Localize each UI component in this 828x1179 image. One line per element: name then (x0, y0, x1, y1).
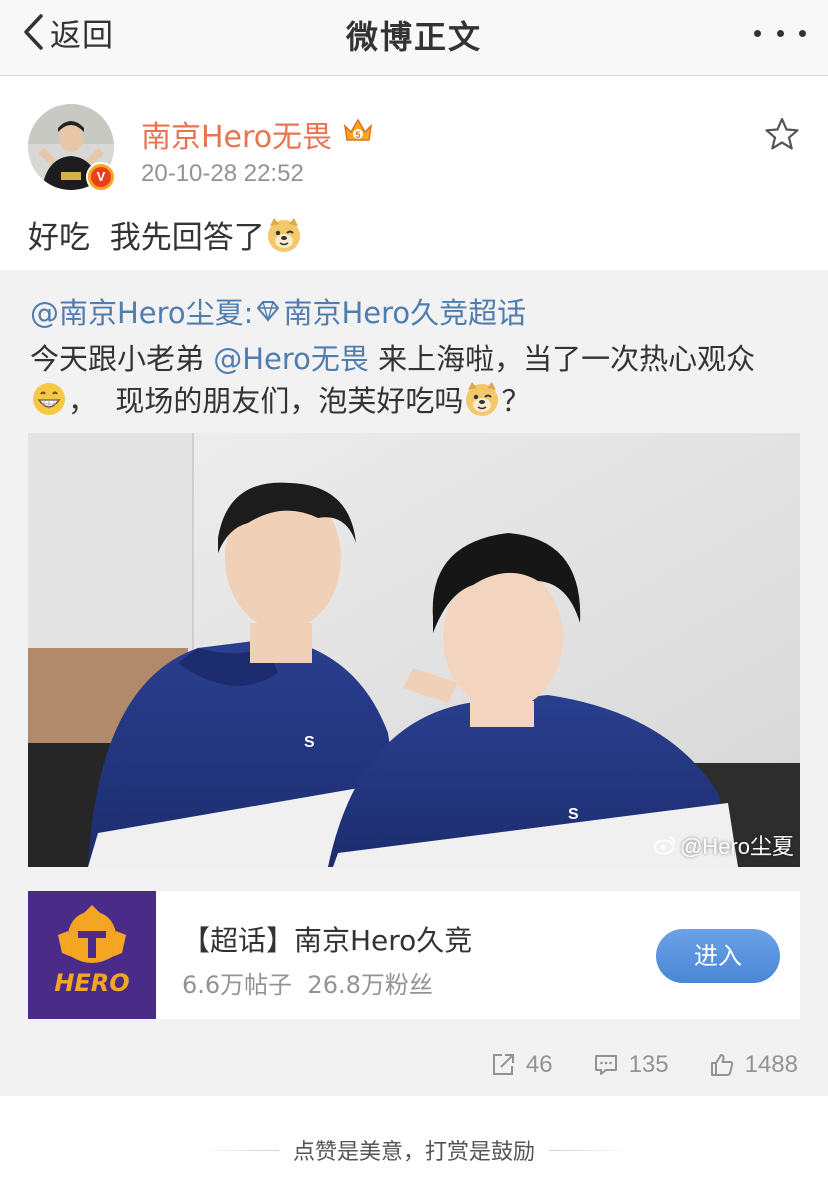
verified-v-icon: V (86, 162, 116, 192)
repost-icon (492, 1054, 514, 1075)
weibo-logo-icon (654, 836, 675, 855)
more-dots-icon (754, 29, 761, 37)
comment-count: 135 (628, 1051, 669, 1078)
action-bar: 46 135 1488 (490, 1047, 798, 1083)
divider-line (549, 1149, 629, 1151)
post-timestamp: 20-10-28 22:52 (141, 160, 304, 187)
post-text: 好吃 我先回答了 (28, 212, 303, 257)
post-header: V 南京Hero无畏 5 20-10-28 22:52 好吃 我先回答了 (0, 76, 828, 270)
svg-text:S: S (304, 734, 315, 751)
divider-line (198, 1149, 279, 1151)
post-text-content: 好吃 我先回答了 (28, 220, 265, 256)
topic-logo-text: HERO (54, 969, 129, 997)
topic-title: 【超话】南京Hero久竞 (182, 924, 473, 957)
star-icon[interactable] (764, 116, 800, 152)
comment-button[interactable]: 135 (593, 1051, 669, 1079)
repost-author-mention[interactable]: @南京Hero尘夏: (30, 290, 253, 332)
repost-text-line3: ， 现场的朋友们，泡芙好吃吗 ？ (30, 378, 530, 420)
like-count: 1488 (744, 1051, 798, 1078)
hero-team-logo-icon: HERO (28, 891, 156, 1019)
enter-topic-button[interactable]: 进入 (656, 929, 780, 983)
photo-watermark: @Hero尘夏 (654, 829, 794, 861)
svg-text:5: 5 (355, 130, 360, 140)
grin-emoji-icon (33, 383, 65, 415)
repost-count: 46 (525, 1051, 553, 1078)
repost-button[interactable]: 46 (490, 1051, 553, 1079)
reward-tip: 点赞是美意，打赏是鼓励 (0, 1132, 828, 1168)
thumbs-up-icon (710, 1054, 733, 1076)
username[interactable]: 南京Hero无畏 (141, 112, 332, 156)
repost-text-part: 来上海啦，当了一次热心观众 (368, 342, 756, 376)
more-dot (799, 29, 806, 37)
comment-icon (594, 1055, 617, 1075)
repost-photo[interactable]: S S @Hero尘夏 (28, 433, 800, 867)
repost-text-part: ， 现场的朋友们，泡芙好吃吗 (68, 384, 464, 418)
repost-author-line: @南京Hero尘夏: 南京Hero久竞超话 (30, 290, 526, 332)
photo-watermark-text: @Hero尘夏 (679, 834, 794, 859)
topic-stats: 6.6万帖子 26.8万粉丝 (182, 971, 433, 999)
topic-logo: HERO (28, 891, 156, 1019)
doge-emoji-icon (466, 382, 499, 416)
repost-text-line2: 今天跟小老弟 @Hero无畏 来上海啦，当了一次热心观众 (30, 336, 755, 378)
doge-emoji-icon (267, 217, 300, 252)
navigation-bar: 返回 微博正文 (0, 0, 828, 76)
like-button[interactable]: 1488 (709, 1051, 798, 1079)
repost-block[interactable]: @南京Hero尘夏: 南京Hero久竞超话 今天跟小老弟 @Hero无畏 来上海… (0, 270, 828, 1096)
repost-user-mention[interactable]: @Hero无畏 (213, 342, 369, 376)
page-title: 微博正文 (345, 18, 482, 56)
more-dot (776, 29, 784, 37)
svg-text:S: S (568, 806, 579, 823)
repost-text-part: ？ (501, 384, 531, 418)
crown-member-icon: 5 (343, 118, 373, 141)
repost-topic-link[interactable]: 南京Hero久竞超话 (283, 290, 526, 332)
diamond-icon (257, 301, 280, 322)
topic-card[interactable]: HERO 【超话】南京Hero久竞 6.6万帖子 26.8万粉丝 进入 (28, 891, 800, 1019)
photo-illustration: S S (28, 433, 800, 867)
repost-text-part: 今天跟小老弟 (30, 342, 214, 376)
reward-tip-text: 点赞是美意，打赏是鼓励 (292, 1140, 535, 1165)
more-button[interactable] (754, 20, 806, 46)
